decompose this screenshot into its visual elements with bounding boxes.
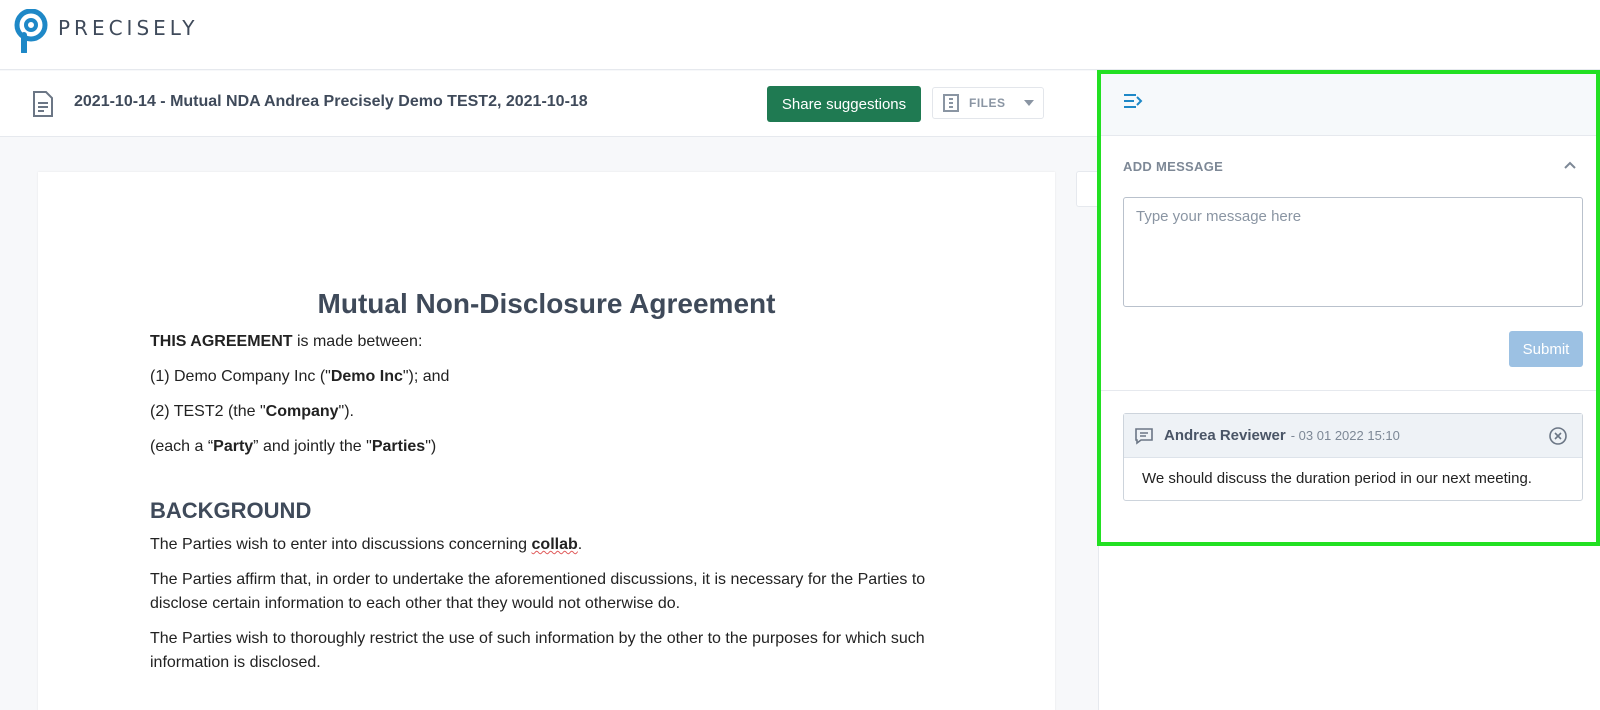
comment-text: We should discuss the duration period in… — [1142, 470, 1532, 487]
background-paragraph-3: The Parties wish to thoroughly restrict … — [150, 630, 925, 671]
document-area: Mutual Non-Disclosure Agreement THIS AGR… — [0, 138, 1098, 710]
add-message-title: ADD MESSAGE — [1123, 159, 1224, 174]
bg1-bold: collab — [531, 536, 578, 553]
document-icon — [33, 91, 53, 117]
background-paragraph-2: The Parties affirm that, in order to und… — [150, 571, 926, 612]
intro-bold: THIS AGREEMENT — [150, 333, 293, 350]
comment-author: Andrea Reviewer — [1164, 427, 1286, 444]
comment-card: Andrea Reviewer - 03 01 2022 15:10 We sh… — [1123, 413, 1583, 501]
files-label: FILES — [969, 96, 1006, 110]
comment-date: - 03 01 2022 15:10 — [1290, 428, 1400, 443]
party1-paragraph: (1) Demo Company Inc ("Demo Inc"); and — [150, 365, 930, 389]
each-party-paragraph: (each a “Party” and jointly the "Parties… — [150, 435, 930, 459]
panel-header — [1099, 70, 1600, 136]
close-comment-icon[interactable] — [1548, 426, 1568, 446]
intro-paragraph: THIS AGREEMENT is made between: — [150, 330, 930, 354]
party2-bold: Company — [265, 403, 339, 420]
submit-button[interactable]: Submit — [1509, 331, 1583, 367]
each-party-post: ") — [425, 438, 437, 455]
party1-pre: (1) Demo Company Inc (" — [150, 368, 331, 385]
share-suggestions-button[interactable]: Share suggestions — [767, 86, 921, 122]
bg1-post: . — [577, 536, 583, 553]
intro-text: is made between: — [292, 333, 423, 350]
comments-side-tab[interactable] — [1076, 171, 1098, 207]
comment-icon — [1135, 427, 1153, 445]
comments-panel: ADD MESSAGE Submit Andrea Reviewer - 03 … — [1098, 70, 1600, 710]
files-dropdown[interactable]: FILES — [932, 87, 1044, 119]
document-heading: Mutual Non-Disclosure Agreement — [317, 288, 776, 319]
logo-mark-icon — [14, 9, 48, 53]
party2-paragraph: (2) TEST2 (the "Company"). — [150, 400, 930, 424]
document-page[interactable]: Mutual Non-Disclosure Agreement THIS AGR… — [38, 172, 1055, 710]
each-party-bold1: Party — [213, 438, 254, 455]
party2-post: "). — [338, 403, 354, 420]
files-icon — [943, 94, 959, 112]
collapse-panel-icon[interactable] — [1123, 93, 1143, 109]
each-party-mid: ” and jointly the " — [253, 438, 372, 455]
party2-pre: (2) TEST2 (the " — [150, 403, 266, 420]
background-paragraph-1: The Parties wish to enter into discussio… — [150, 533, 930, 557]
chevron-up-icon[interactable] — [1563, 159, 1577, 171]
document-title: 2021-10-14 - Mutual NDA Andrea Precisely… — [74, 93, 588, 110]
party1-post: "); and — [402, 368, 450, 385]
party1-bold: Demo Inc — [330, 368, 403, 385]
each-party-pre: (each a “ — [150, 438, 214, 455]
chevron-down-icon — [1023, 100, 1034, 106]
background-heading: BACKGROUND — [150, 498, 312, 523]
bg1-pre: The Parties wish to enter into discussio… — [150, 536, 532, 553]
message-input[interactable] — [1123, 197, 1583, 307]
brand-logo[interactable]: PRECISELY — [14, 9, 199, 53]
brand-name: PRECISELY — [58, 16, 199, 40]
top-bar: PRECISELY — [0, 0, 1600, 70]
comment-header: Andrea Reviewer - 03 01 2022 15:10 — [1124, 414, 1582, 458]
divider — [1099, 390, 1600, 391]
each-party-bold2: Parties — [371, 438, 426, 455]
document-header: 2021-10-14 - Mutual NDA Andrea Precisely… — [0, 71, 1098, 137]
